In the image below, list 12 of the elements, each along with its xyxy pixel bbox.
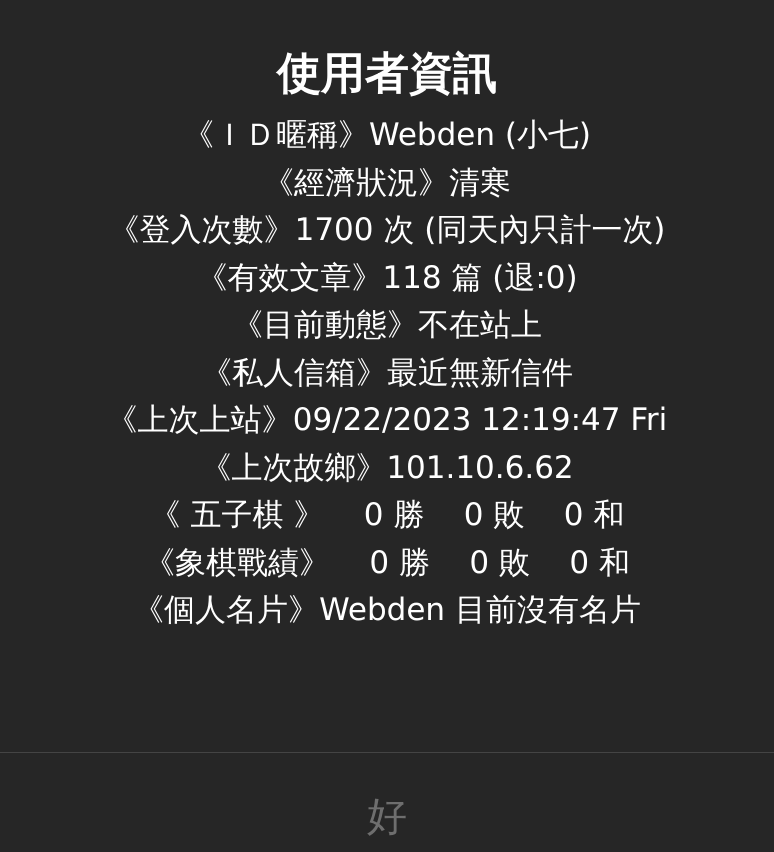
info-line: 《象棋戰績》 0 勝 0 敗 0 和 — [144, 544, 630, 582]
info-line: 《經濟狀況》清寒 — [263, 164, 511, 202]
info-line: 《ＩＤ暱稱》Webden (小七) — [182, 116, 592, 155]
info-line: 《登入次數》1700 次 (同天內只計一次) — [108, 211, 666, 250]
info-line: 《上次上站》09/22/2023 12:19:47 Fri — [106, 401, 668, 440]
info-line: 《上次故鄉》101.10.6.62 — [200, 448, 574, 488]
info-line: 《 五子棋 》 0 勝 0 敗 0 和 — [150, 496, 624, 535]
info-line: 《目前動態》不在站上 — [232, 306, 542, 345]
info-line: 《有效文章》118 篇 (退:0) — [196, 258, 578, 298]
info-line: 《私人信箱》最近無新信件 — [201, 354, 573, 392]
dialog-title: 使用者資訊 — [277, 47, 497, 101]
info-line: 《個人名片》Webden 目前沒有名片 — [133, 591, 641, 630]
